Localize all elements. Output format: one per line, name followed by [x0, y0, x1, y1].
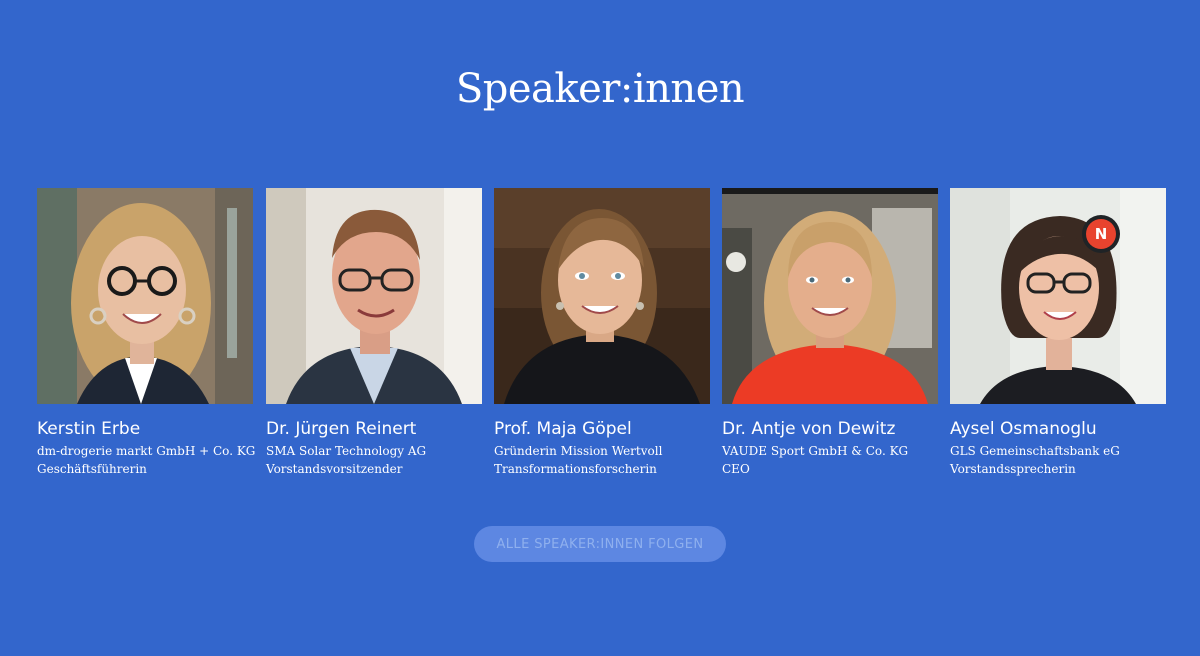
speaker-role: CEO	[722, 462, 750, 476]
speaker-card[interactable]: Kerstin Erbe dm-drogerie markt GmbH + Co…	[37, 188, 256, 478]
speaker-card[interactable]: Dr. Jürgen Reinert SMA Solar Technology …	[266, 188, 482, 478]
speaker-organization: GLS Gemeinschaftsbank eG	[950, 444, 1120, 458]
speaker-role: Vorstandsvorsitzender	[266, 462, 403, 476]
notification-badge[interactable]: N	[1082, 215, 1120, 253]
follow-all-speakers-button[interactable]: ALLE SPEAKER:INNEN FOLGEN	[474, 526, 726, 562]
speaker-name: Dr. Antje von Dewitz	[722, 419, 896, 439]
speaker-organization: VAUDE Sport GmbH & Co. KG	[722, 444, 909, 458]
speaker-photo[interactable]	[494, 188, 710, 404]
speaker-organization: dm-drogerie markt GmbH + Co. KG	[37, 444, 256, 458]
speaker-role: Geschäftsführerin	[37, 462, 147, 476]
speaker-name: Dr. Jürgen Reinert	[266, 419, 417, 439]
speaker-role: Vorstandssprecherin	[950, 462, 1076, 476]
speakers-section: Speaker:innen Kerstin Erbe dm-drogerie m…	[0, 0, 1200, 656]
speaker-name: Kerstin Erbe	[37, 419, 141, 439]
speaker-organization: Gründerin Mission Wertvoll	[494, 444, 663, 458]
badge-letter: N	[1086, 219, 1116, 249]
speaker-name: Prof. Maja Göpel	[494, 419, 632, 439]
speaker-card[interactable]: N Aysel Osmanoglu GLS Gemeinschaftsbank …	[950, 188, 1166, 478]
section-title: Speaker:innen	[455, 66, 745, 112]
speaker-photo[interactable]: N	[950, 188, 1166, 404]
speaker-card[interactable]: Prof. Maja Göpel Gründerin Mission Wertv…	[494, 188, 710, 478]
speaker-photo[interactable]	[722, 188, 938, 404]
speaker-photo[interactable]	[37, 188, 253, 404]
speaker-role: Transformationsforscherin	[494, 462, 657, 476]
speaker-photo[interactable]	[266, 188, 482, 404]
speaker-name: Aysel Osmanoglu	[950, 419, 1097, 439]
speaker-card[interactable]: Dr. Antje von Dewitz VAUDE Sport GmbH & …	[722, 188, 938, 478]
speaker-organization: SMA Solar Technology AG	[266, 444, 427, 458]
